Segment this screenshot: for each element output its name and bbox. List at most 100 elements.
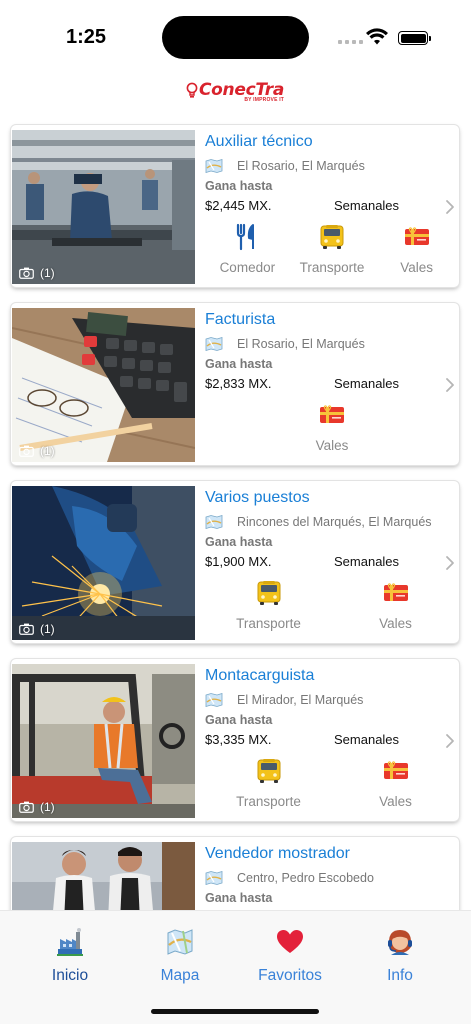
lightbulb-icon xyxy=(186,82,198,98)
status-time: 1:25 xyxy=(66,26,107,48)
photo-count-label: (1) xyxy=(40,444,55,458)
map-icon xyxy=(205,337,223,351)
job-salary: $2,833 MX. xyxy=(205,376,272,391)
chevron-right-icon[interactable] xyxy=(445,199,455,215)
job-photo xyxy=(12,842,195,910)
job-title[interactable]: Auxiliar técnico xyxy=(205,133,313,151)
camera-icon xyxy=(19,801,34,813)
job-title[interactable]: Montacarguista xyxy=(205,667,314,685)
camera-icon xyxy=(19,267,34,279)
benefit-label: Vales xyxy=(379,616,412,631)
camera-icon xyxy=(19,445,34,457)
job-title[interactable]: Varios puestos xyxy=(205,489,310,507)
status-bar: 1:25 xyxy=(0,0,471,76)
photo-count-label: (1) xyxy=(40,622,55,636)
map-icon xyxy=(167,929,193,955)
tab-label: Inicio xyxy=(51,967,89,984)
job-location-text: El Mirador, El Marqués xyxy=(237,693,364,707)
benefit-comedor: Comedor xyxy=(205,223,290,279)
job-card[interactable]: (1) Facturista El Rosario, El Marqués Ga… xyxy=(11,303,459,465)
job-location-text: Centro, Pedro Escobedo xyxy=(237,871,374,885)
job-photo: (1) xyxy=(12,130,195,284)
support-agent-icon xyxy=(388,930,412,955)
bus-icon xyxy=(257,581,280,605)
chevron-right-icon[interactable] xyxy=(445,733,455,749)
app-logo: ConecTra BY IMPROVE IT xyxy=(186,80,284,104)
job-photo: (1) xyxy=(12,664,195,818)
earn-label: Gana hasta xyxy=(205,891,273,905)
tab-favoritos[interactable]: Favoritos xyxy=(240,927,340,985)
benefit-transporte: Transporte xyxy=(290,223,375,279)
tab-label: Info xyxy=(387,967,413,984)
job-card[interactable]: Vendedor mostrador Centro, Pedro Escobed… xyxy=(11,837,459,910)
job-location: El Rosario, El Marqués xyxy=(205,337,365,351)
utensils-icon xyxy=(237,223,255,251)
pay-period: Semanales xyxy=(334,554,400,569)
benefit-label: Vales xyxy=(315,438,349,453)
benefit-label: Transporte xyxy=(236,616,301,631)
benefit-vales: Vales xyxy=(374,223,459,279)
job-location: Rincones del Marqués, El Marqués xyxy=(205,515,432,529)
job-location-text: El Rosario, El Marqués xyxy=(237,159,365,173)
tab-label: Mapa xyxy=(160,967,200,984)
tab-inicio[interactable]: Inicio xyxy=(20,927,120,985)
map-icon xyxy=(205,159,223,173)
benefit-vales: Vales xyxy=(341,579,451,635)
job-title[interactable]: Vendedor mostrador xyxy=(205,845,350,863)
job-location-text: Rincones del Marqués, El Marqués xyxy=(237,515,432,529)
factory-icon xyxy=(57,928,83,956)
pay-period: Semanales xyxy=(334,732,400,747)
job-location: El Rosario, El Marqués xyxy=(205,159,365,173)
benefits-row: Transporte Vales xyxy=(205,579,459,635)
job-salary: $3,335 MX. xyxy=(205,732,272,747)
job-salary: $1,900 MX. xyxy=(205,554,272,569)
benefit-label: Transporte xyxy=(299,260,365,275)
chevron-right-icon[interactable] xyxy=(445,555,455,571)
voucher-icon xyxy=(320,405,344,423)
camera-icon xyxy=(19,623,34,635)
home-indicator[interactable] xyxy=(151,1009,319,1014)
benefit-vales: Vales xyxy=(341,757,451,813)
benefit-label: Vales xyxy=(379,794,412,809)
voucher-icon xyxy=(383,761,408,779)
cellular-signal-icon xyxy=(338,40,363,44)
job-photo: (1) xyxy=(12,486,195,640)
benefits-row: Vales xyxy=(205,401,459,457)
benefits-row: Comedor Transporte Vales xyxy=(205,223,459,279)
earn-label: Gana hasta xyxy=(205,357,273,371)
chevron-right-icon[interactable] xyxy=(445,377,455,393)
battery-icon xyxy=(398,31,431,45)
map-icon xyxy=(205,693,223,707)
job-title[interactable]: Facturista xyxy=(205,311,275,329)
job-location: Centro, Pedro Escobedo xyxy=(205,871,374,885)
bottom-tab-bar: Inicio Mapa Favoritos Info xyxy=(0,910,471,1024)
benefit-transporte: Transporte xyxy=(214,579,324,635)
photo-count-label: (1) xyxy=(40,800,55,814)
tab-mapa[interactable]: Mapa xyxy=(130,927,230,985)
photo-counter: (1) xyxy=(19,444,55,458)
photo-counter: (1) xyxy=(19,800,55,814)
benefits-row: Transporte Vales xyxy=(205,757,459,813)
job-list[interactable]: (1) Auxiliar técnico El Rosario, El Marq… xyxy=(0,120,471,910)
earn-label: Gana hasta xyxy=(205,713,273,727)
job-card[interactable]: (1) Auxiliar técnico El Rosario, El Marq… xyxy=(11,125,459,287)
pay-period: Semanales xyxy=(334,376,400,391)
tab-info[interactable]: Info xyxy=(350,927,450,985)
voucher-icon xyxy=(404,227,429,245)
heart-icon xyxy=(277,930,303,953)
job-card[interactable]: (1) Varios puestos Rincones del Marqués,… xyxy=(11,481,459,643)
job-location: El Mirador, El Marqués xyxy=(205,693,363,707)
bus-icon xyxy=(320,225,344,249)
bus-icon xyxy=(257,759,280,783)
pay-period: Semanales xyxy=(334,198,400,213)
dynamic-island xyxy=(162,16,309,59)
brand-subtitle: BY IMPROVE IT xyxy=(244,97,285,103)
benefit-vales: Vales xyxy=(277,401,387,457)
earn-label: Gana hasta xyxy=(205,535,273,549)
benefit-label: Transporte xyxy=(236,794,301,809)
benefit-label: Vales xyxy=(400,260,434,275)
photo-counter: (1) xyxy=(19,622,55,636)
photo-count-label: (1) xyxy=(40,266,55,280)
job-card[interactable]: (1) Montacarguista El Mirador, El Marqué… xyxy=(11,659,459,821)
tab-label: Favoritos xyxy=(258,967,322,984)
